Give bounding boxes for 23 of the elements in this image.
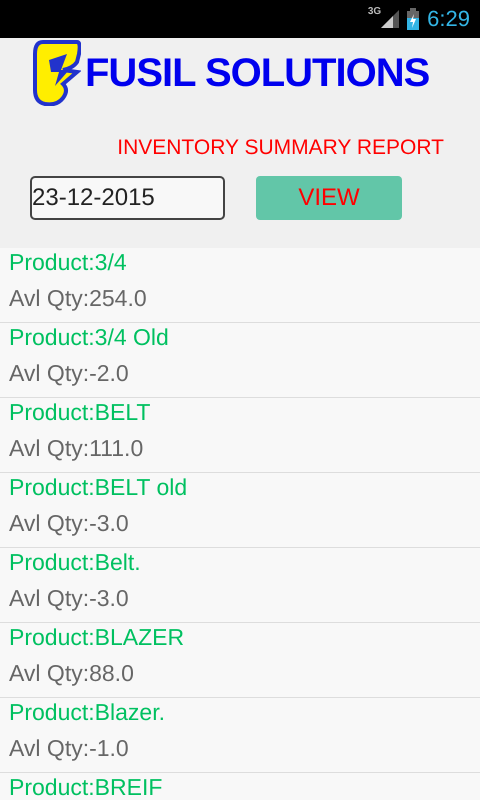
brand-title: FUSIL SOLUTIONS bbox=[85, 50, 430, 96]
available-quantity: Avl Qty:-1.0 bbox=[9, 736, 130, 761]
available-quantity: Avl Qty:254.0 bbox=[9, 286, 148, 311]
available-quantity: Avl Qty:88.0 bbox=[9, 661, 135, 686]
logo-icon bbox=[33, 40, 81, 106]
available-quantity: Avl Qty:-3.0 bbox=[9, 586, 130, 611]
product-name: Product:3/4 bbox=[9, 250, 128, 275]
product-name: Product:Blazer. bbox=[9, 700, 166, 725]
product-name: Product:BELT old bbox=[9, 475, 188, 500]
date-field[interactable]: 23-12-2015 bbox=[30, 176, 225, 220]
clock-time: 6:29 bbox=[427, 6, 470, 32]
available-quantity: Avl Qty:111.0 bbox=[9, 436, 144, 461]
available-quantity: Avl Qty:-3.0 bbox=[9, 511, 130, 536]
product-name: Product:BLAZER bbox=[9, 625, 186, 650]
product-name: Product:BELT bbox=[9, 400, 152, 425]
battery-charging-icon bbox=[407, 8, 420, 30]
network-type-label: 3G bbox=[368, 6, 382, 17]
signal-icon bbox=[381, 10, 400, 28]
product-name: Product:BREIF bbox=[9, 775, 164, 800]
product-name: Product:3/4 Old bbox=[9, 325, 170, 350]
available-quantity: Avl Qty:-2.0 bbox=[9, 361, 130, 386]
report-title: INVENTORY SUMMARY REPORT bbox=[117, 136, 444, 160]
product-name: Product:Belt. bbox=[9, 550, 142, 575]
